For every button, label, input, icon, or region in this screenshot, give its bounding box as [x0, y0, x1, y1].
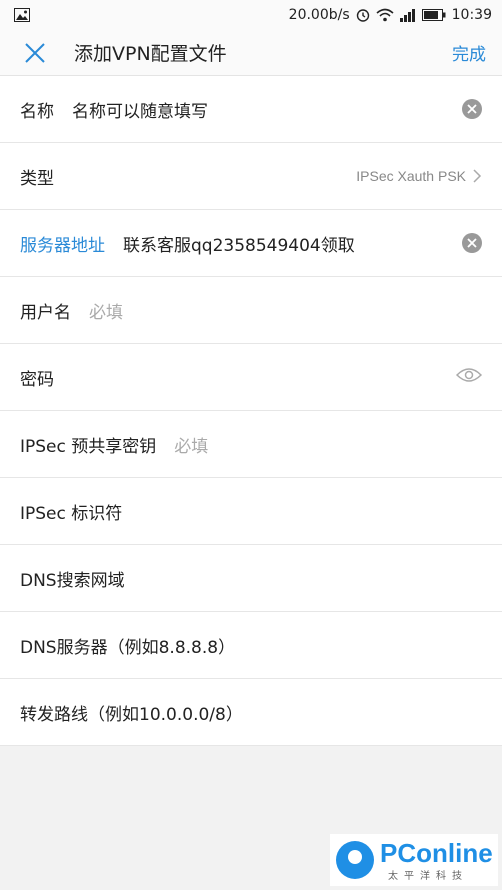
app-header: 添加VPN配置文件 完成 [0, 30, 502, 76]
psk-row[interactable]: IPSec 预共享密钥 必填 [0, 411, 502, 478]
username-row[interactable]: 用户名 必填 [0, 277, 502, 344]
name-input[interactable]: 名称可以随意填写 [72, 97, 462, 122]
routes-label: 转发路线（例如10.0.0.0/8） [20, 704, 243, 725]
clear-icon[interactable] [462, 233, 482, 253]
battery-icon [421, 9, 446, 21]
clock: 10:39 [451, 7, 492, 23]
dns-domain-label: DNS搜索网域 [20, 570, 125, 591]
server-label: 服务器地址 [20, 235, 105, 256]
page-title: 添加VPN配置文件 [74, 43, 227, 65]
dns-server-label: DNS服务器（例如8.8.8.8） [20, 637, 236, 658]
username-label: 用户名 [20, 302, 71, 323]
dns-domain-row[interactable]: DNS搜索网域 [0, 545, 502, 612]
psk-label: IPSec 预共享密钥 [20, 436, 157, 457]
routes-row[interactable]: 转发路线（例如10.0.0.0/8） [0, 679, 502, 746]
gallery-icon [14, 8, 30, 22]
type-label: 类型 [20, 168, 54, 189]
watermark-sub: 太平洋科技 [388, 870, 468, 882]
server-row[interactable]: 服务器地址 联系客服qq2358549404领取 [0, 210, 502, 277]
wifi-icon [376, 8, 394, 22]
identifier-row[interactable]: IPSec 标识符 [0, 478, 502, 545]
name-label: 名称 [20, 101, 54, 122]
watermark-name: PConline [380, 837, 493, 868]
identifier-label: IPSec 标识符 [20, 503, 123, 524]
type-value: IPSec Xauth PSK [356, 168, 466, 184]
signal-icon [399, 8, 416, 22]
status-bar: 20.00b/s 10:39 [0, 0, 502, 30]
pconline-logo-icon [336, 841, 374, 879]
eye-icon[interactable] [455, 367, 483, 388]
password-row[interactable]: 密码 [0, 344, 502, 411]
close-icon[interactable] [22, 40, 48, 66]
chevron-right-icon [472, 168, 482, 184]
done-button[interactable]: 完成 [452, 40, 486, 65]
pconline-watermark: PConline 太平洋科技 [330, 834, 498, 886]
network-speed: 20.00b/s [288, 7, 350, 23]
server-input[interactable]: 联系客服qq2358549404领取 [123, 231, 462, 256]
name-row[interactable]: 名称 名称可以随意填写 [0, 76, 502, 143]
alarm-icon [356, 8, 370, 22]
type-row[interactable]: 类型 IPSec Xauth PSK [0, 143, 502, 210]
vpn-form: 名称 名称可以随意填写 类型 IPSec Xauth PSK 服务器地址 联系客… [0, 76, 502, 746]
password-label: 密码 [20, 369, 54, 390]
clear-icon[interactable] [462, 99, 482, 119]
psk-input[interactable]: 必填 [174, 432, 482, 457]
username-input[interactable]: 必填 [89, 298, 482, 323]
dns-server-row[interactable]: DNS服务器（例如8.8.8.8） [0, 612, 502, 679]
